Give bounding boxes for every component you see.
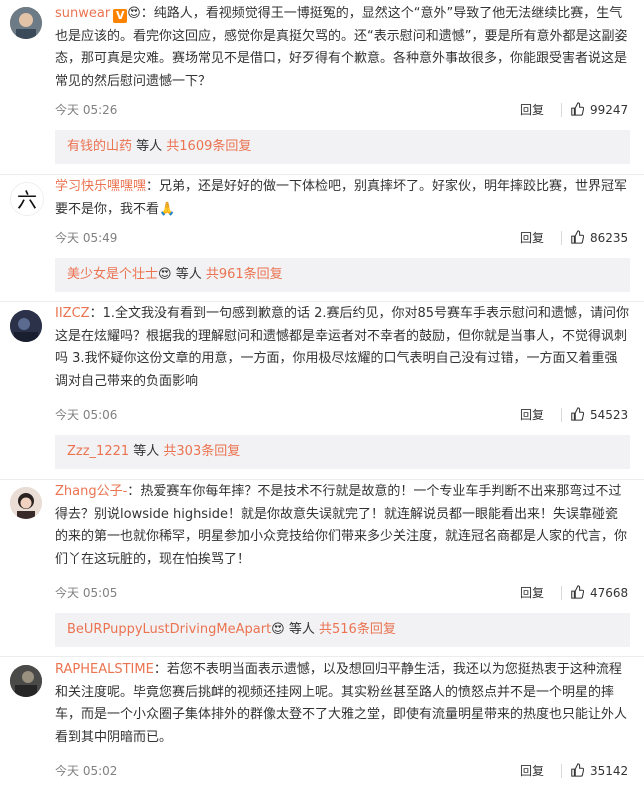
like-count: 35142 — [590, 764, 629, 778]
timestamp: 今天 05:49 — [55, 231, 118, 245]
avatar[interactable]: 六 — [10, 182, 44, 216]
reply-preview-box[interactable]: 美少女是个壮士😍 等人 共961条回复 — [55, 258, 630, 292]
reply-button[interactable]: 回复 — [520, 761, 544, 781]
comment-prefix: ： — [153, 662, 167, 677]
thumbs-up-icon[interactable] — [570, 230, 584, 244]
divider — [0, 656, 644, 657]
avatar[interactable] — [10, 487, 42, 519]
comment-prefix: ： — [89, 306, 103, 321]
reply-user-link[interactable]: Zzz_1221 — [67, 444, 129, 459]
divider — [561, 231, 562, 245]
comment-text-block: 学习快乐嘿嘿嘿：兄弟，还是好好的做一下体检吧，别真摔坏了。好家伙，明年摔跤比赛，… — [55, 176, 630, 221]
v-verified-icon: V — [113, 9, 128, 23]
like-count: 99247 — [590, 103, 629, 117]
like-count: 47668 — [590, 586, 629, 600]
emoji-icon: 😍 — [158, 267, 172, 282]
divider — [561, 764, 562, 778]
emoji-icon: 😍 — [127, 6, 141, 21]
divider — [561, 408, 562, 422]
comment-text-block: sunwear V 😍：纯路人，看视频觉得王一博挺冤的，显然这个“意外”导致了他无法… — [55, 3, 630, 93]
divider — [0, 479, 644, 480]
reply-preview-middle: 等人 — [132, 139, 167, 154]
reply-preview-box[interactable]: BeURPuppyLustDrivingMeApart😍 等人 共516条回复 — [55, 613, 630, 647]
reply-button[interactable]: 回复 — [520, 583, 544, 603]
reply-button[interactable]: 回复 — [520, 405, 544, 425]
timestamp: 今天 05:06 — [55, 408, 118, 422]
reply-count-link[interactable]: 共961条回复 — [206, 267, 283, 282]
timestamp: 今天 05:26 — [55, 103, 118, 117]
avatar[interactable] — [10, 7, 42, 39]
reply-preview-middle: 等人 — [171, 267, 206, 282]
timestamp: 今天 05:02 — [55, 764, 118, 778]
svg-text:六: 六 — [17, 188, 37, 212]
comment-meta: 今天 05:26 回复 99247 — [55, 100, 630, 120]
thumbs-up-icon[interactable] — [570, 102, 584, 116]
reply-count-link[interactable]: 共1609条回复 — [166, 139, 251, 154]
comment-meta: 今天 05:06 回复 54523 — [55, 405, 630, 425]
reply-count-link[interactable]: 共516条回复 — [319, 622, 396, 637]
reply-user-link[interactable]: 美少女是个壮士 — [67, 267, 158, 282]
reply-button[interactable]: 回复 — [520, 100, 544, 120]
reply-count-link[interactable]: 共303条回复 — [163, 444, 240, 459]
divider — [561, 103, 562, 117]
reply-preview-box[interactable]: 有钱的山药 等人 共1609条回复 — [55, 130, 630, 164]
comment-prefix: ： — [127, 484, 141, 499]
comment-text-block: RAPHEALSTIME：若您不表明当面表示遗憾，以及想回归平静生活，我还以为您… — [55, 659, 630, 749]
timestamp: 今天 05:05 — [55, 586, 118, 600]
reply-button[interactable]: 回复 — [520, 228, 544, 248]
reply-preview-middle: 等人 — [129, 444, 164, 459]
like-count: 86235 — [590, 231, 629, 245]
thumbs-up-icon[interactable] — [570, 585, 584, 599]
thumbs-up-icon[interactable] — [570, 763, 584, 777]
emoji-icon: 😍 — [271, 622, 285, 637]
like-count: 54523 — [590, 408, 629, 422]
comment-prefix: ： — [140, 6, 154, 21]
comment-text-block: Zhang公子-：热爱赛车你每年摔？不是技术不行就是故意的！一个专业车手判断不出… — [55, 481, 630, 571]
username-link[interactable]: Zhang公子- — [55, 484, 127, 499]
reply-user-link[interactable]: BeURPuppyLustDrivingMeApart — [67, 622, 271, 637]
divider — [561, 586, 562, 600]
comment-meta: 今天 05:05 回复 47668 — [55, 583, 630, 603]
comment-prefix: ： — [146, 179, 160, 194]
username-link[interactable]: IIZCZ — [55, 306, 90, 321]
reply-user-link[interactable]: 有钱的山药 — [67, 139, 132, 154]
comment-text: 1.全文我没有看到一句感到歉意的话 2.赛后约见，你对85号赛车手表示慰问和遗憾… — [55, 306, 630, 389]
reply-preview-middle: 等人 — [284, 622, 319, 637]
username-link[interactable]: 学习快乐嘿嘿嘿 — [55, 179, 146, 194]
comment-text: 热爱赛车你每年摔？不是技术不行就是故意的！一个专业车手判断不出来那弯过不过得去？… — [55, 484, 628, 567]
username-link[interactable]: RAPHEALSTIME — [55, 662, 154, 677]
thumbs-up-icon[interactable] — [570, 407, 584, 421]
divider — [0, 301, 644, 302]
avatar[interactable] — [10, 665, 42, 697]
username-link[interactable]: sunwear — [55, 6, 110, 21]
comment-text-block: IIZCZ：1.全文我没有看到一句感到歉意的话 2.赛后约见，你对85号赛车手表… — [55, 303, 630, 393]
divider — [0, 174, 644, 175]
comment-meta: 今天 05:02 回复 35142 — [55, 761, 630, 781]
reply-preview-box[interactable]: Zzz_1221 等人 共303条回复 — [55, 435, 630, 469]
comment-meta: 今天 05:49 回复 86235 — [55, 228, 630, 248]
avatar[interactable] — [10, 310, 42, 342]
